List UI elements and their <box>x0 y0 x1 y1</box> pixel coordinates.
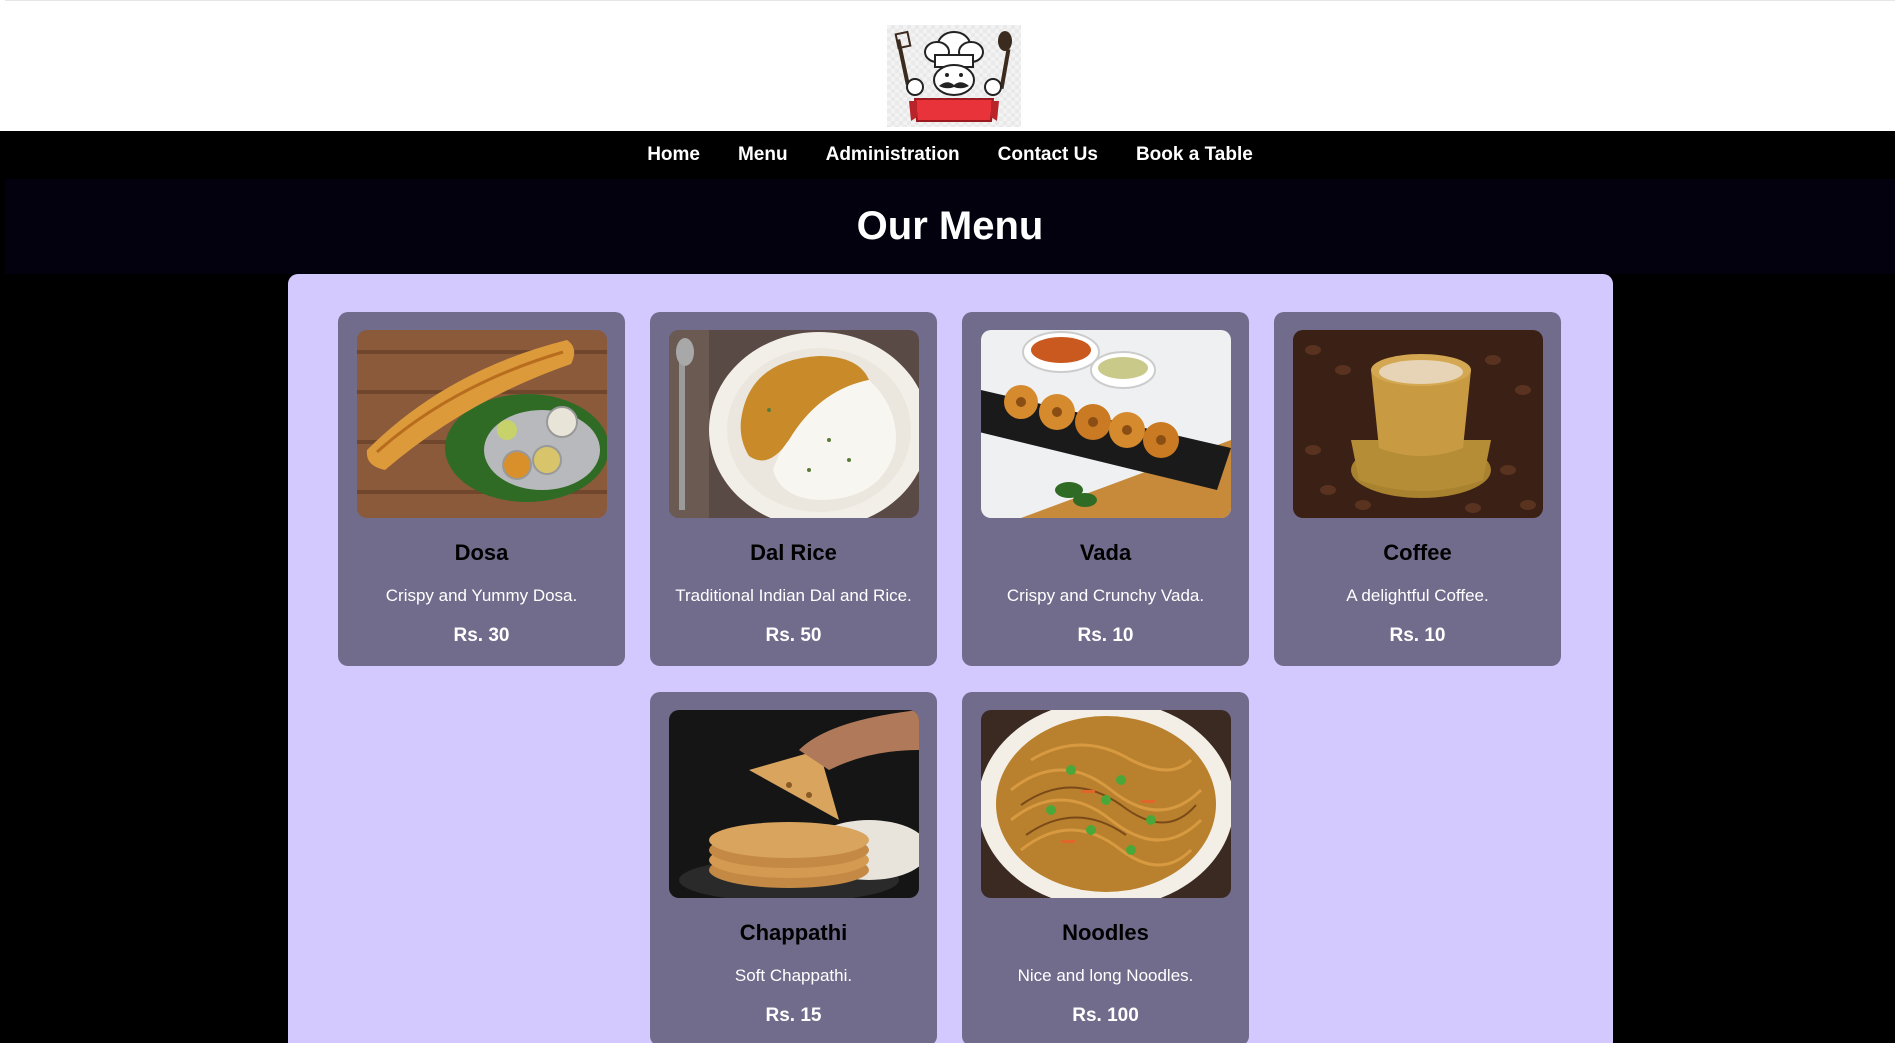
menu-card-noodles[interactable]: Noodles Nice and long Noodles. Rs. 100 <box>962 692 1249 1043</box>
menu-item-name: Dal Rice <box>750 540 837 565</box>
menu-item-description: Crispy and Crunchy Vada. <box>1006 586 1205 605</box>
page: Home Menu Administration Contact Us Book… <box>0 0 1895 1043</box>
nav-home-link[interactable]: Home <box>647 144 700 166</box>
menu-panel: Dosa Crispy and Yummy Dosa. Rs. 30 Dal R… <box>288 274 1613 1043</box>
menu-item-description: Crispy and Yummy Dosa. <box>385 586 578 605</box>
dosa-image <box>357 330 607 518</box>
menu-item-price: Rs. 30 <box>453 625 510 646</box>
menu-item-name: Coffee <box>1383 540 1452 565</box>
menu-item-price: Rs. 10 <box>1077 625 1134 646</box>
menu-card-coffee[interactable]: Coffee A delightful Coffee. Rs. 10 <box>1274 312 1561 666</box>
page-title: Our Menu <box>856 204 1044 248</box>
menu-item-price: Rs. 15 <box>765 1005 822 1026</box>
nav-administration-link[interactable]: Administration <box>826 144 960 166</box>
menu-item-description: Soft Chappathi. <box>734 966 853 985</box>
menu-item-description: A delightful Coffee. <box>1346 586 1489 605</box>
chappathi-image <box>669 710 919 898</box>
menu-card-vada[interactable]: Vada Crispy and Crunchy Vada. Rs. 10 <box>962 312 1249 666</box>
nav-book-a-table-link[interactable]: Book a Table <box>1136 144 1253 166</box>
menu-item-price: Rs. 50 <box>765 625 822 646</box>
menu-card-chappathi[interactable]: Chappathi Soft Chappathi. Rs. 15 <box>650 692 937 1043</box>
menu-card-dal-rice[interactable]: Dal Rice Traditional Indian Dal and Rice… <box>650 312 937 666</box>
menu-item-name: Chappathi <box>739 920 848 945</box>
coffee-image <box>1293 330 1543 518</box>
menu-item-price: Rs. 100 <box>1072 1005 1139 1026</box>
menu-item-name: Vada <box>1079 540 1132 565</box>
menu-title-band: Our Menu <box>5 179 1895 274</box>
menu-item-name: Dosa <box>454 540 509 565</box>
nav-contact-us-link[interactable]: Contact Us <box>998 144 1098 166</box>
menu-card-dosa[interactable]: Dosa Crispy and Yummy Dosa. Rs. 30 <box>338 312 625 666</box>
menu-item-description: Nice and long Noodles. <box>1017 966 1194 985</box>
chef-logo[interactable] <box>887 25 1021 127</box>
menu-item-name: Noodles <box>1062 920 1149 945</box>
noodles-image <box>981 710 1231 898</box>
main-nav: Home Menu Administration Contact Us Book… <box>5 131 1895 179</box>
vada-image <box>981 330 1231 518</box>
nav-menu-link[interactable]: Menu <box>738 144 788 166</box>
chef-logo-icon <box>894 30 1012 122</box>
menu-item-description: Traditional Indian Dal and Rice. <box>675 586 912 605</box>
dal-rice-image <box>669 330 919 518</box>
site-header <box>5 0 1895 131</box>
menu-item-price: Rs. 10 <box>1389 625 1446 646</box>
